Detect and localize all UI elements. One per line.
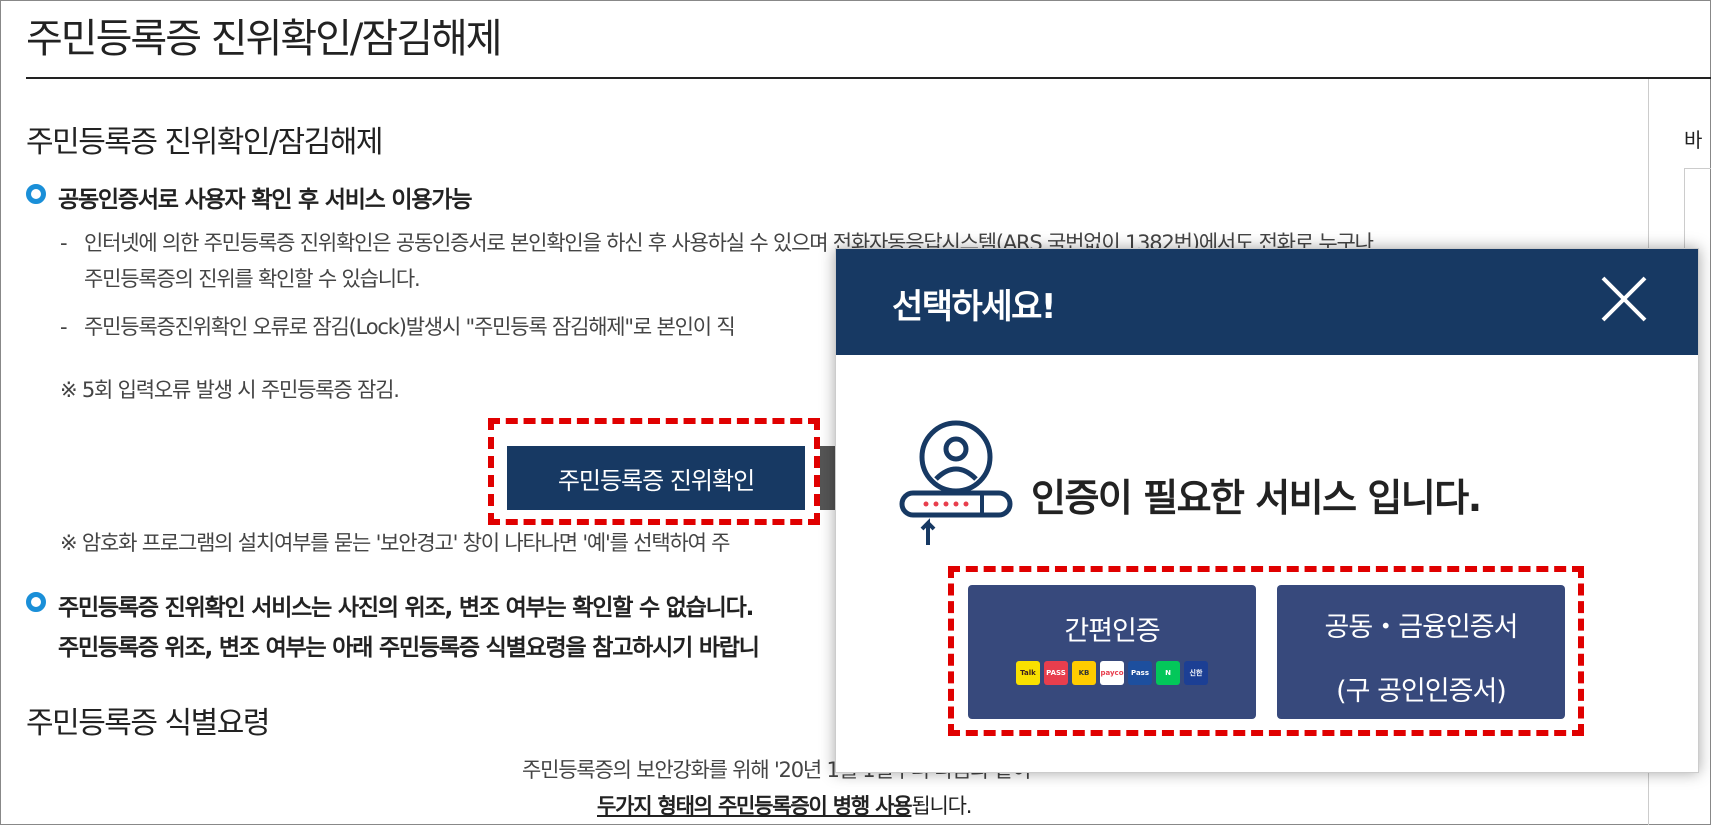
bullet-ring-icon [26,184,46,204]
info-item-lock-text: 주민등록증진위확인 오류로 잠김(Lock)발생시 "주민등록 잠김해제"로 본… [84,315,736,339]
id-verify-button[interactable]: 주민등록증 진위확인 [507,446,805,510]
bullet-photo-forgery: 주민등록증 진위확인 서비스는 사진의 위조, 변조 여부는 확인할 수 없습니… [26,588,754,622]
info-item-lock: - 주민등록증진위확인 오류로 잠김(Lock)발생시 "주민등록 잠김해제"로 … [60,315,736,339]
page-title: 주민등록증 진위확인/잠김해제 [26,16,503,62]
bottom-info-rest: 됩니다. [911,794,972,818]
bullet-ring-icon [26,592,46,612]
bottom-info-line-2: 두가지 형태의 주민등록증이 병행 사용됩니다. [597,790,972,820]
section-title: 주민등록증 진위확인/잠김해제 [26,125,383,160]
note-input-error: ※ 5회 입력오류 발생 시 주민등록증 잠김. [60,378,400,402]
bullet-cert-text: 공동인증서로 사용자 확인 후 서비스 이용가능 [58,187,472,213]
auth-required-message: 인증이 필요한 서비스 입니다. [1031,476,1482,520]
right-rail-heading: 바 [1684,128,1703,152]
info-item-ars-cont: 주민등록증의 진위를 확인할 수 있습니다. [84,267,421,291]
title-divider [26,77,1711,79]
modal-header: 선택하세요! [836,249,1698,355]
section-title-identification: 주민등록증 식별요령 [26,706,270,741]
note-security-warning: ※ 암호화 프로그램의 설치여부를 묻는 '보안경고' 창이 나타나면 '예'를… [60,531,730,555]
bullet-photo-text: 주민등록증 진위확인 서비스는 사진의 위조, 변조 여부는 확인할 수 없습니… [58,595,754,621]
bullet-cert-required: 공동인증서로 사용자 확인 후 서비스 이용가능 [26,180,472,214]
modal-title: 선택하세요! [892,287,1056,327]
auth-user-icon [896,419,1016,549]
highlight-box-auth-options [948,566,1584,736]
bullet-photo-text-cont: 주민등록증 위조, 변조 여부는 아래 주민등록증 식별요령을 참고하시기 바랍… [58,635,760,661]
close-icon[interactable] [1598,273,1650,325]
bottom-info-underlined: 두가지 형태의 주민등록증이 병행 사용 [597,794,913,818]
